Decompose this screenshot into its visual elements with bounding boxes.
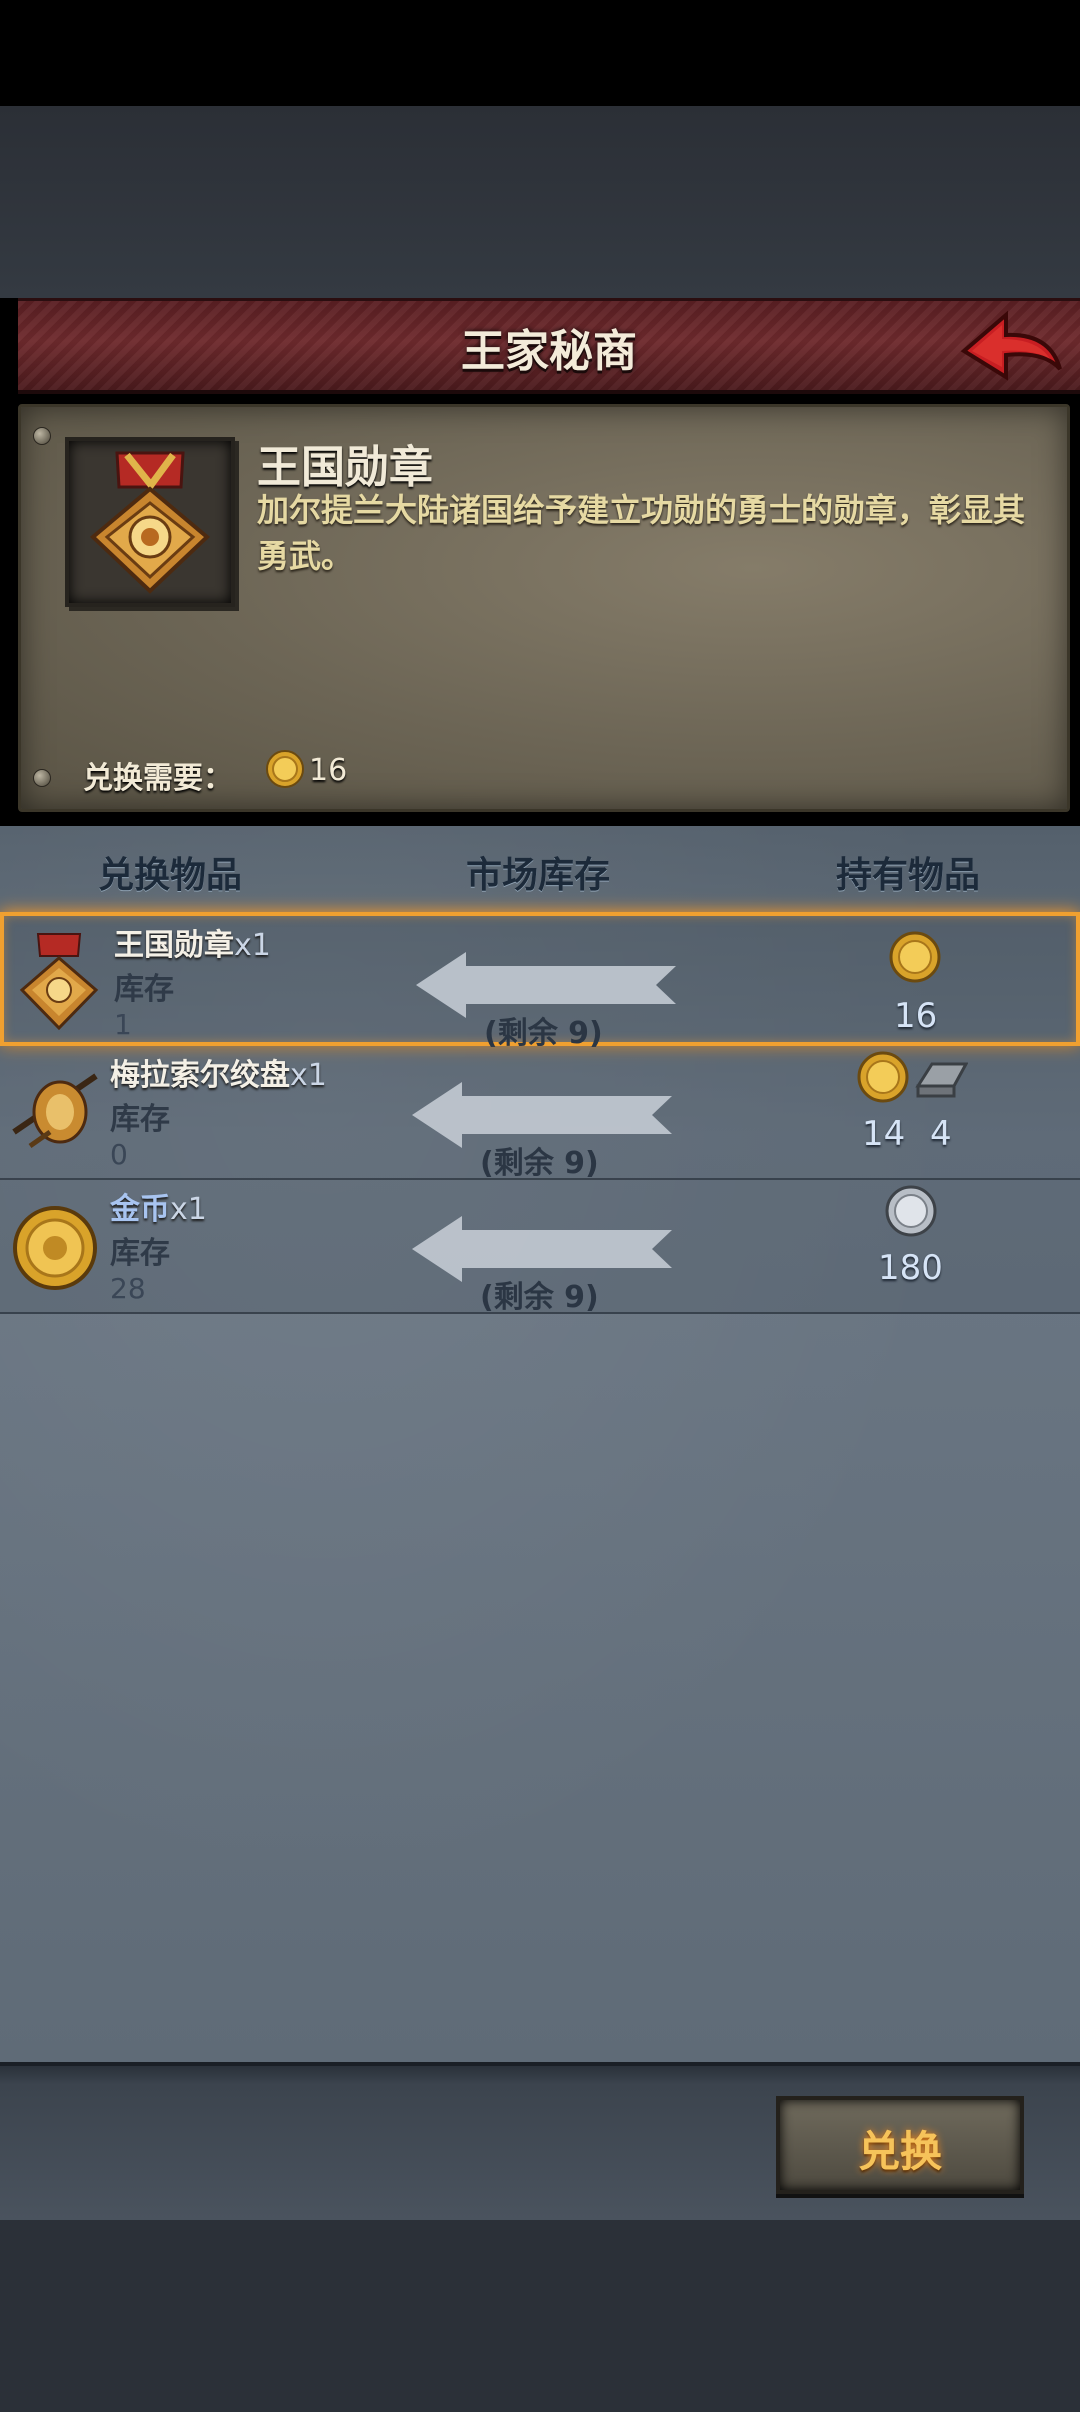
- row-remaining: (剩余 9): [480, 1146, 599, 1181]
- exchange-button-label: 兑换: [857, 2127, 942, 2176]
- held-value: 4: [930, 1114, 952, 1154]
- held-value: 16: [894, 996, 938, 1036]
- exchange-row[interactable]: 金币x1 库存 28 (剩余 9) 180: [0, 1180, 1080, 1315]
- item-detail-panel: 王国勋章 加尔提兰大陆诸国给予建立功勋的勇士的勋章，彰显其勇武。 兑换需要： 1…: [18, 404, 1070, 812]
- column-header-exchange: 兑换物品: [98, 855, 243, 896]
- requirement-value: 16: [309, 753, 348, 788]
- medal-icon: [89, 451, 211, 594]
- row-stock-label: 库存: [114, 972, 174, 1007]
- row-stock-label: 库存: [110, 1102, 170, 1137]
- item-description: 加尔提兰大陆诸国给予建立功勋的勇士的勋章，彰显其勇武。: [257, 491, 1026, 575]
- rivet-icon: [33, 769, 51, 787]
- gold-coin-icon: [857, 1051, 909, 1103]
- column-header-market: 市场库存: [466, 855, 611, 896]
- item-name: 王国勋章: [257, 442, 433, 493]
- exchange-button[interactable]: 兑换: [776, 2096, 1024, 2194]
- column-header-held: 持有物品: [836, 855, 981, 896]
- title-bar: 王家秘商: [18, 298, 1080, 394]
- winch-icon: [12, 1073, 98, 1149]
- navigation-bar-area: [0, 2220, 1080, 2412]
- held-value: 180: [878, 1248, 943, 1288]
- iron-ingot-icon: [915, 1062, 968, 1098]
- row-stock-value: 0: [110, 1138, 128, 1171]
- held-value: 14: [862, 1114, 906, 1154]
- row-stock-value: 1: [114, 1008, 132, 1041]
- background-area: [0, 106, 1080, 298]
- row-stock-value: 28: [110, 1272, 146, 1305]
- back-arrow-icon[interactable]: [958, 307, 1066, 389]
- exchange-list: 兑换物品 市场库存 持有物品 王国勋章x1 库存 1 (剩余 9) 16 梅拉索…: [0, 826, 1080, 2062]
- requirement-label: 兑换需要：: [83, 761, 233, 796]
- exchange-row[interactable]: 梅拉索尔绞盘x1 库存 0 (剩余 9) 14 4: [0, 1046, 1080, 1181]
- silver-coin-icon: [885, 1185, 937, 1237]
- row-stock-label: 库存: [110, 1236, 170, 1271]
- row-item-name: 王国勋章x1: [114, 928, 271, 963]
- gold-coin-icon: [266, 750, 304, 788]
- row-item-name: 梅拉索尔绞盘x1: [110, 1058, 327, 1093]
- status-bar-area: [0, 0, 1080, 106]
- gold-coin-icon: [889, 931, 941, 983]
- item-icon-frame: [65, 437, 235, 607]
- rivet-icon: [33, 427, 51, 445]
- row-remaining: (剩余 9): [480, 1280, 599, 1315]
- page-title: 王家秘商: [461, 326, 637, 377]
- medal-icon: [19, 933, 99, 1031]
- gold-coin-icon: [13, 1206, 97, 1290]
- row-item-name: 金币x1: [110, 1192, 207, 1227]
- exchange-row[interactable]: 王国勋章x1 库存 1 (剩余 9) 16: [0, 912, 1080, 1051]
